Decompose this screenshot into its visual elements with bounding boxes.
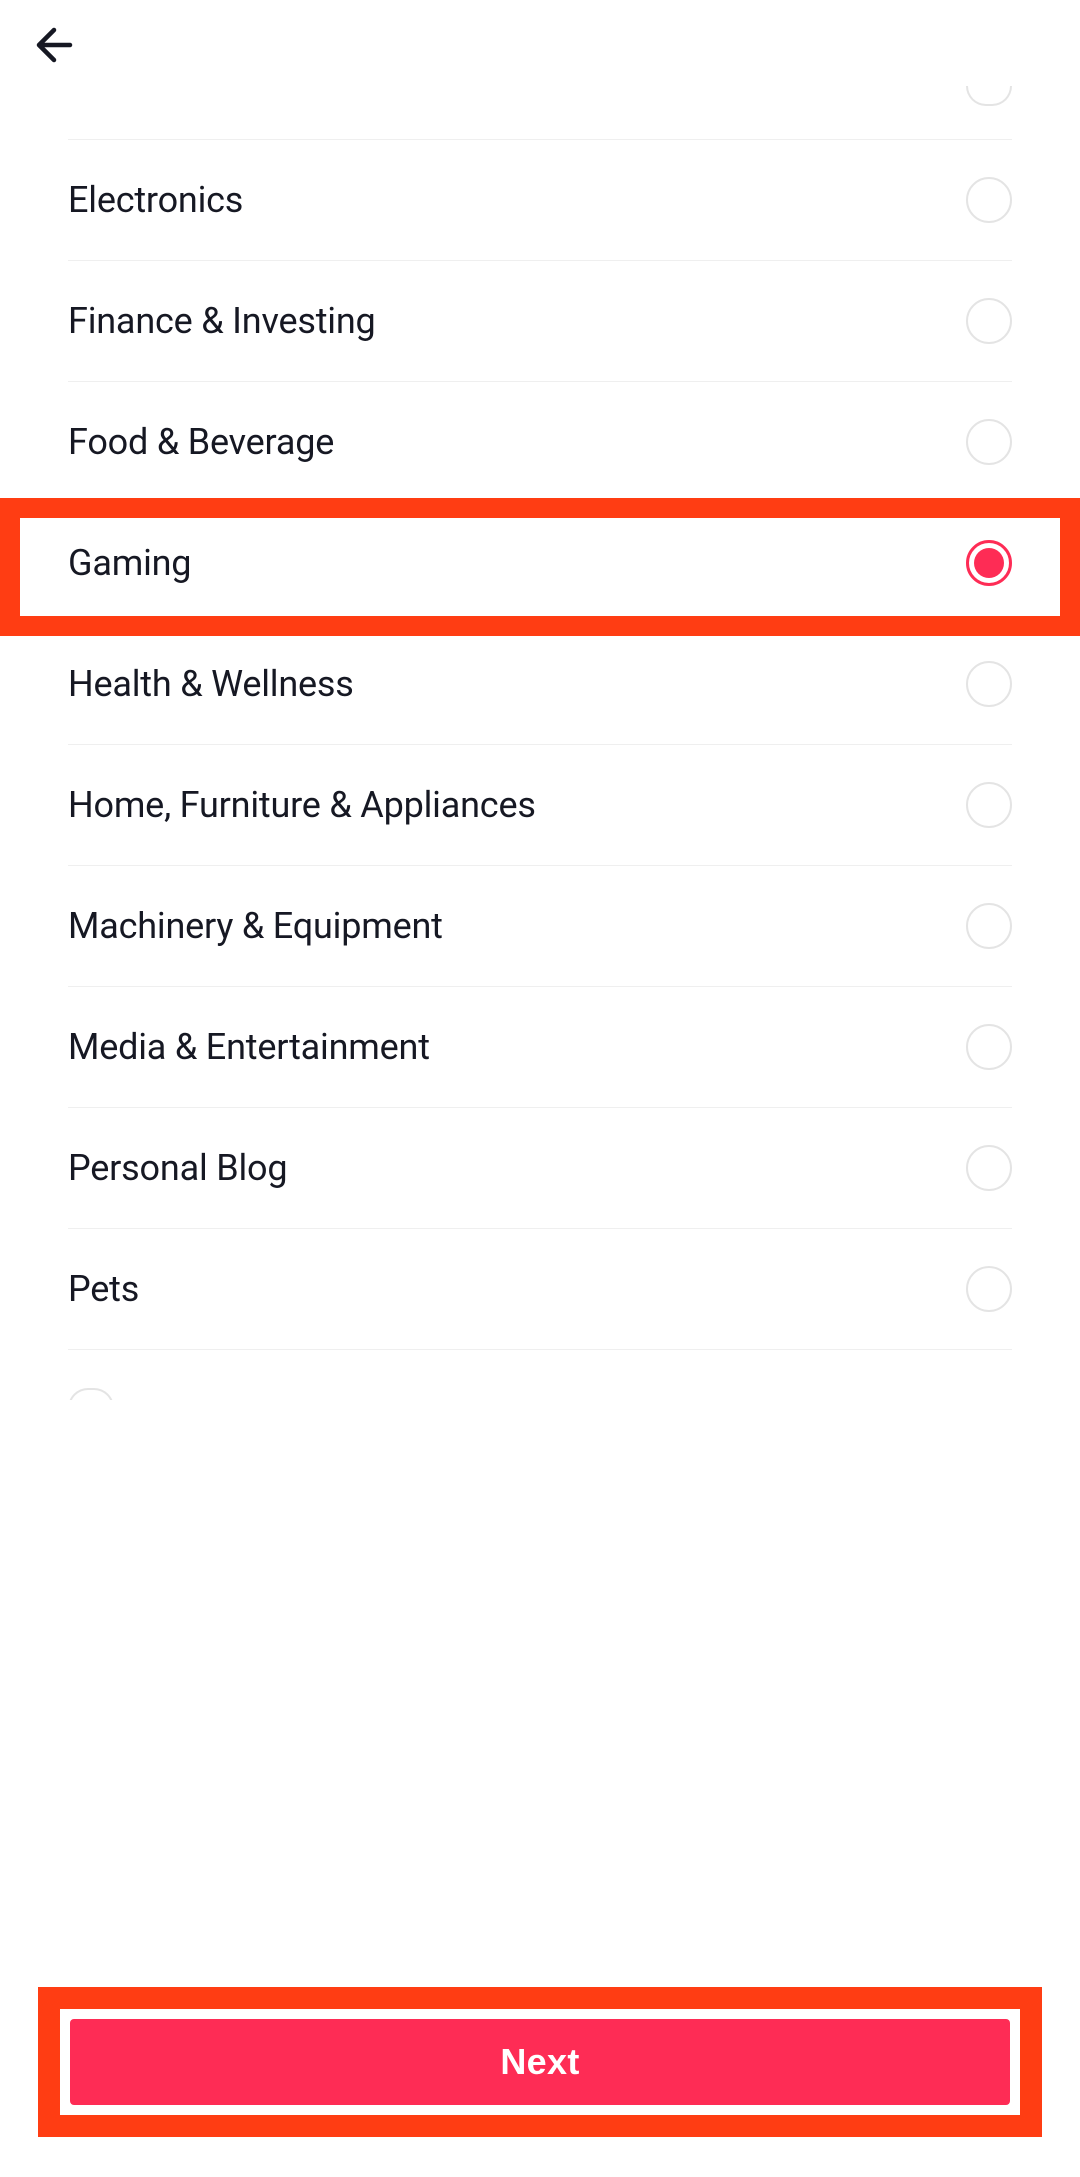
radio-partial-bottom <box>68 1388 114 1400</box>
radio-health-wellness[interactable] <box>966 661 1012 707</box>
category-label: Gaming <box>68 542 191 584</box>
category-label: Media & Entertainment <box>68 1026 430 1068</box>
radio-electronics[interactable] <box>966 177 1012 223</box>
list-item-machinery-equipment[interactable]: Machinery & Equipment <box>68 866 1012 987</box>
list-item-food-beverage[interactable]: Food & Beverage <box>68 382 1012 503</box>
category-label: Finance & Investing <box>68 300 376 342</box>
list-item-finance-investing[interactable]: Finance & Investing <box>68 261 1012 382</box>
radio-gaming[interactable] <box>966 540 1012 586</box>
list-item-health-wellness[interactable]: Health & Wellness <box>68 624 1012 745</box>
list-item-gaming[interactable]: Gaming <box>68 503 1012 624</box>
category-label: Electronics <box>68 179 243 221</box>
category-list: Electronics Finance & Investing Food & B… <box>0 90 1080 1400</box>
list-item-partial-top <box>68 90 1012 140</box>
category-label: Health & Wellness <box>68 663 354 705</box>
next-button[interactable]: Next <box>70 2019 1010 2105</box>
radio-pets[interactable] <box>966 1266 1012 1312</box>
category-label: Home, Furniture & Appliances <box>68 784 536 826</box>
category-label: Pets <box>68 1268 139 1310</box>
radio-machinery-equipment[interactable] <box>966 903 1012 949</box>
list-item-personal-blog[interactable]: Personal Blog <box>68 1108 1012 1229</box>
footer-highlight: Next <box>38 1987 1042 2137</box>
radio-food-beverage[interactable] <box>966 419 1012 465</box>
category-label: Food & Beverage <box>68 421 334 463</box>
back-button[interactable] <box>30 21 78 69</box>
radio-finance-investing[interactable] <box>966 298 1012 344</box>
header <box>0 0 1080 90</box>
radio-personal-blog[interactable] <box>966 1145 1012 1191</box>
list-item-home-furniture-appliances[interactable]: Home, Furniture & Appliances <box>68 745 1012 866</box>
radio-partial-top <box>966 86 1012 106</box>
radio-home-furniture-appliances[interactable] <box>966 782 1012 828</box>
list-item-electronics[interactable]: Electronics <box>68 140 1012 261</box>
category-label: Machinery & Equipment <box>68 905 443 947</box>
list-item-partial-bottom <box>68 1350 1012 1400</box>
list-item-media-entertainment[interactable]: Media & Entertainment <box>68 987 1012 1108</box>
category-label: Personal Blog <box>68 1147 287 1189</box>
back-arrow-icon <box>32 23 76 67</box>
radio-media-entertainment[interactable] <box>966 1024 1012 1070</box>
list-item-pets[interactable]: Pets <box>68 1229 1012 1350</box>
